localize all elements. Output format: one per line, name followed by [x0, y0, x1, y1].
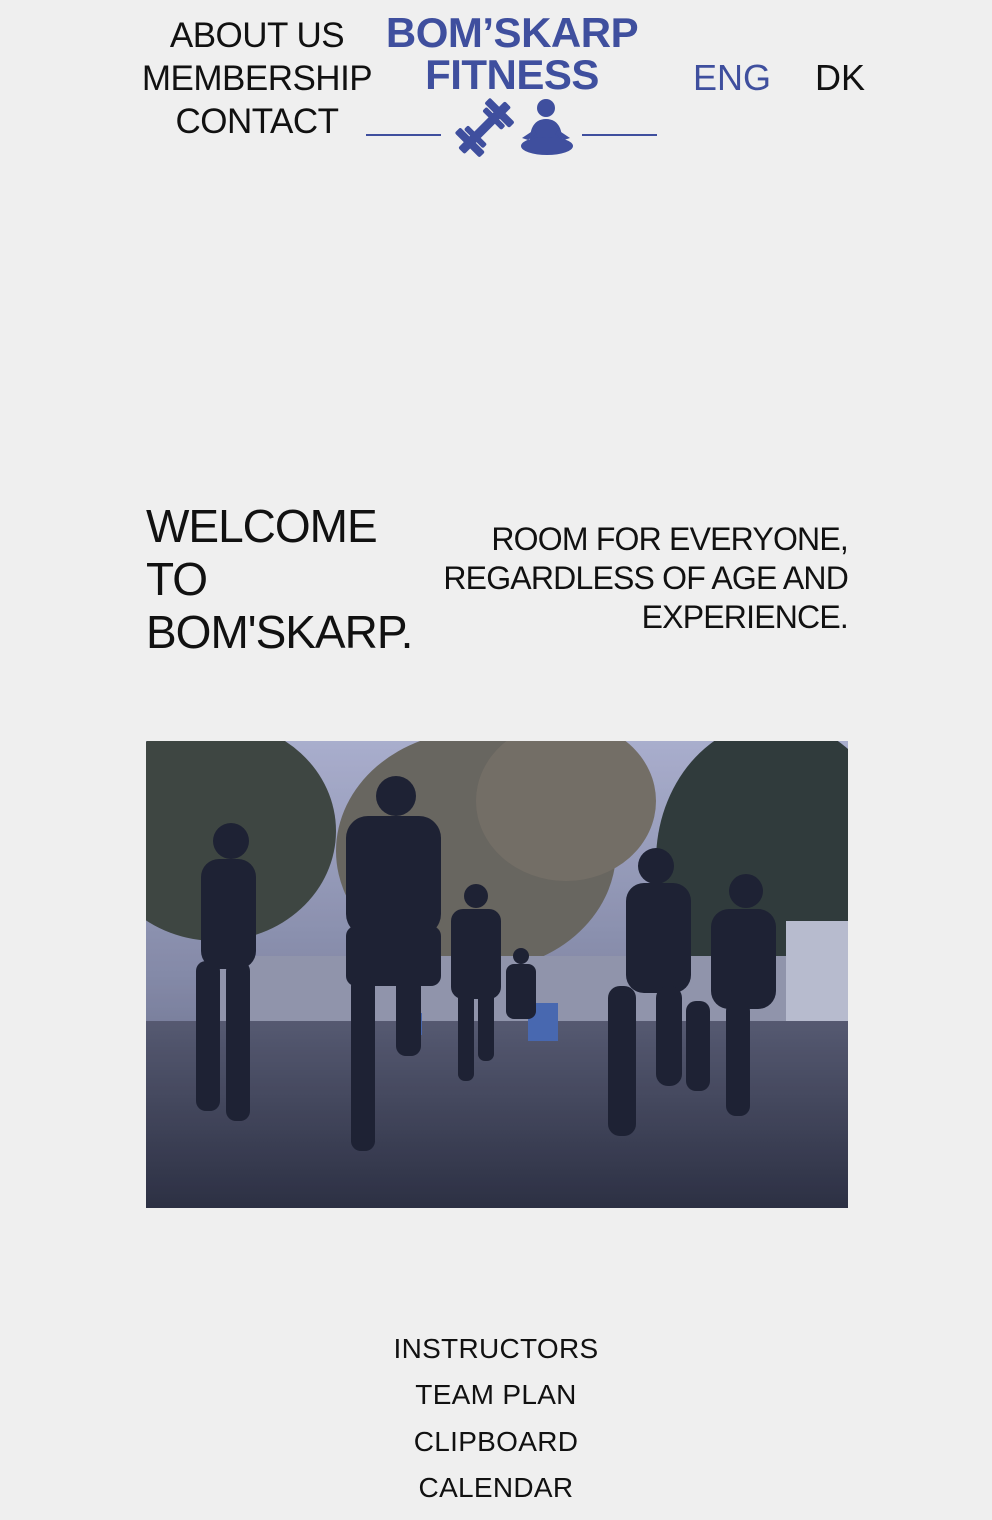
logo-line2: FITNESS — [425, 51, 599, 98]
page: ABOUT US MEMBERSHIP CONTACT BOM’SKARP FI… — [0, 0, 992, 1520]
footer-nav: INSTRUCTORS TEAM PLAN CLIPBOARD CALENDAR — [0, 1326, 992, 1511]
nav-clipboard[interactable]: CLIPBOARD — [414, 1419, 579, 1465]
hero-image — [146, 741, 848, 1208]
dumbbell-icon — [455, 98, 514, 157]
tagline-line: REGARDLESS OF AGE AND — [443, 560, 848, 596]
logo[interactable]: BOM’SKARP FITNESS — [366, 8, 658, 158]
welcome-line: BOM'SKARP. — [146, 606, 413, 658]
nav-instructors[interactable]: INSTRUCTORS — [393, 1326, 598, 1372]
welcome-line: WELCOME — [146, 500, 378, 552]
welcome-heading: WELCOME TO BOM'SKARP. — [146, 500, 436, 659]
nav-about-us[interactable]: ABOUT US — [170, 14, 345, 57]
nav-contact[interactable]: CONTACT — [175, 100, 339, 143]
tagline: ROOM FOR EVERYONE, REGARDLESS OF AGE AND… — [418, 520, 848, 637]
main-nav: ABOUT US MEMBERSHIP CONTACT — [142, 14, 373, 143]
logo-rule-right — [582, 134, 657, 136]
nav-calendar[interactable]: CALENDAR — [419, 1465, 574, 1511]
nav-team-plan[interactable]: TEAM PLAN — [415, 1372, 576, 1418]
language-eng[interactable]: ENG — [693, 56, 771, 100]
hero-photo — [146, 741, 848, 1208]
language-dk[interactable]: DK — [815, 56, 865, 100]
logo-line1: BOM’SKARP — [385, 9, 639, 56]
meditation-icon — [521, 99, 573, 155]
welcome-line: TO — [146, 553, 208, 605]
tagline-line: ROOM FOR EVERYONE, — [491, 521, 848, 557]
logo-rule-left — [366, 134, 441, 136]
nav-membership[interactable]: MEMBERSHIP — [142, 57, 373, 100]
tagline-line: EXPERIENCE. — [641, 599, 849, 635]
